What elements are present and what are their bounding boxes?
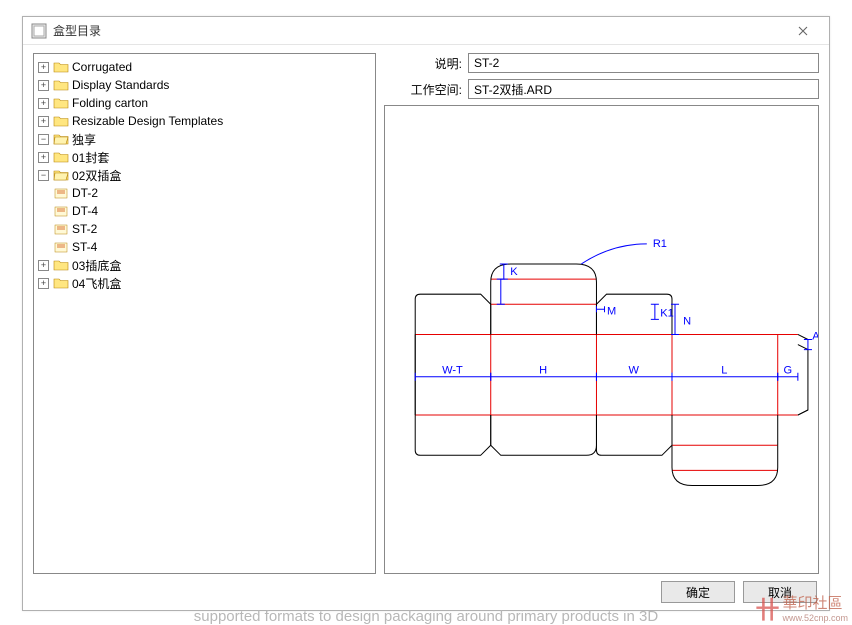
tree-label: DT-2 [72, 186, 98, 200]
dim-h: H [539, 365, 547, 377]
titlebar: 盒型目录 [23, 17, 829, 45]
close-icon [798, 26, 808, 36]
folder-open-icon [53, 132, 69, 146]
expand-icon[interactable]: + [38, 152, 49, 163]
collapse-icon[interactable]: − [38, 170, 49, 181]
tree-panel[interactable]: + Corrugated + Display Standards [33, 53, 376, 574]
expand-icon[interactable]: + [38, 98, 49, 109]
button-bar: 确定 取消 [23, 574, 829, 610]
dim-m: M [607, 305, 616, 317]
folder-icon [53, 150, 69, 164]
collapse-icon[interactable]: − [38, 134, 49, 145]
workspace-label: 工作空间: [384, 81, 462, 98]
ok-button[interactable]: 确定 [661, 581, 735, 603]
desc-field-row: 说明: [384, 53, 819, 73]
folder-icon [53, 114, 69, 128]
tree-label: ST-2 [72, 222, 97, 236]
box-icon [53, 204, 69, 218]
tree-item-display-standards[interactable]: + Display Standards [36, 76, 373, 94]
workspace-field-row: 工作空间: [384, 79, 819, 99]
dieline-drawing: R1 K M K1 N A W-T H W L G [385, 106, 818, 573]
expand-icon[interactable]: + [38, 62, 49, 73]
footer-text: supported formats to design packaging ar… [0, 608, 852, 625]
dialog: 盒型目录 + Corrugated [22, 16, 830, 611]
tree-item-04[interactable]: + 04飞机盒 [36, 274, 373, 292]
dim-n: N [683, 315, 691, 327]
tree-item-st4[interactable]: ST-4 [36, 238, 373, 256]
tree-label: 01封套 [72, 149, 109, 166]
right-panel: 说明: 工作空间: [384, 53, 819, 574]
tree-item-exclusive[interactable]: − 独享 [36, 130, 373, 148]
dim-g: G [783, 365, 792, 377]
desc-label: 说明: [384, 55, 462, 72]
box-icon [53, 240, 69, 254]
tree-item-resizable-templates[interactable]: + Resizable Design Templates [36, 112, 373, 130]
tree-label: 独享 [72, 131, 96, 148]
dim-a: A [812, 331, 818, 343]
folder-icon [53, 78, 69, 92]
tree-item-02[interactable]: − 02双插盒 [36, 166, 373, 184]
tree-label: ST-4 [72, 240, 97, 254]
expand-icon[interactable]: + [38, 80, 49, 91]
tree-label: 04飞机盒 [72, 275, 121, 292]
tree-label: Corrugated [72, 60, 132, 74]
tree-item-dt2[interactable]: DT-2 [36, 184, 373, 202]
tree-label: DT-4 [72, 204, 98, 218]
tree-item-corrugated[interactable]: + Corrugated [36, 58, 373, 76]
cancel-button[interactable]: 取消 [743, 581, 817, 603]
close-button[interactable] [785, 21, 821, 41]
app-icon [31, 23, 47, 39]
expand-icon[interactable]: + [38, 116, 49, 127]
tree-label: 03插底盒 [72, 257, 121, 274]
folder-open-icon [53, 168, 69, 182]
tree-label: Resizable Design Templates [72, 114, 223, 128]
desc-input[interactable] [468, 53, 819, 73]
tree-label: Display Standards [72, 78, 169, 92]
content-area: + Corrugated + Display Standards [23, 45, 829, 574]
folder-icon [53, 96, 69, 110]
box-icon [53, 222, 69, 236]
tree-item-03[interactable]: + 03插底盒 [36, 256, 373, 274]
dim-k1: K1 [660, 307, 674, 319]
dim-w: W [628, 365, 639, 377]
dim-k: K [510, 266, 518, 278]
folder-icon [53, 276, 69, 290]
tree-item-folding-carton[interactable]: + Folding carton [36, 94, 373, 112]
expand-icon[interactable]: + [38, 278, 49, 289]
dim-wt: W-T [442, 365, 463, 377]
window-title: 盒型目录 [53, 22, 785, 39]
tree-item-dt4[interactable]: DT-4 [36, 202, 373, 220]
folder-icon [53, 258, 69, 272]
workspace-input[interactable] [468, 79, 819, 99]
folder-icon [53, 60, 69, 74]
dim-r1: R1 [653, 238, 667, 250]
expand-icon[interactable]: + [38, 260, 49, 271]
dim-l: L [721, 365, 727, 377]
tree-label: Folding carton [72, 96, 148, 110]
tree-item-st2[interactable]: ST-2 [36, 220, 373, 238]
tree-label: 02双插盒 [72, 167, 121, 184]
preview-panel: R1 K M K1 N A W-T H W L G [384, 105, 819, 574]
tree-item-01[interactable]: + 01封套 [36, 148, 373, 166]
tree: + Corrugated + Display Standards [36, 58, 373, 292]
box-icon [53, 186, 69, 200]
